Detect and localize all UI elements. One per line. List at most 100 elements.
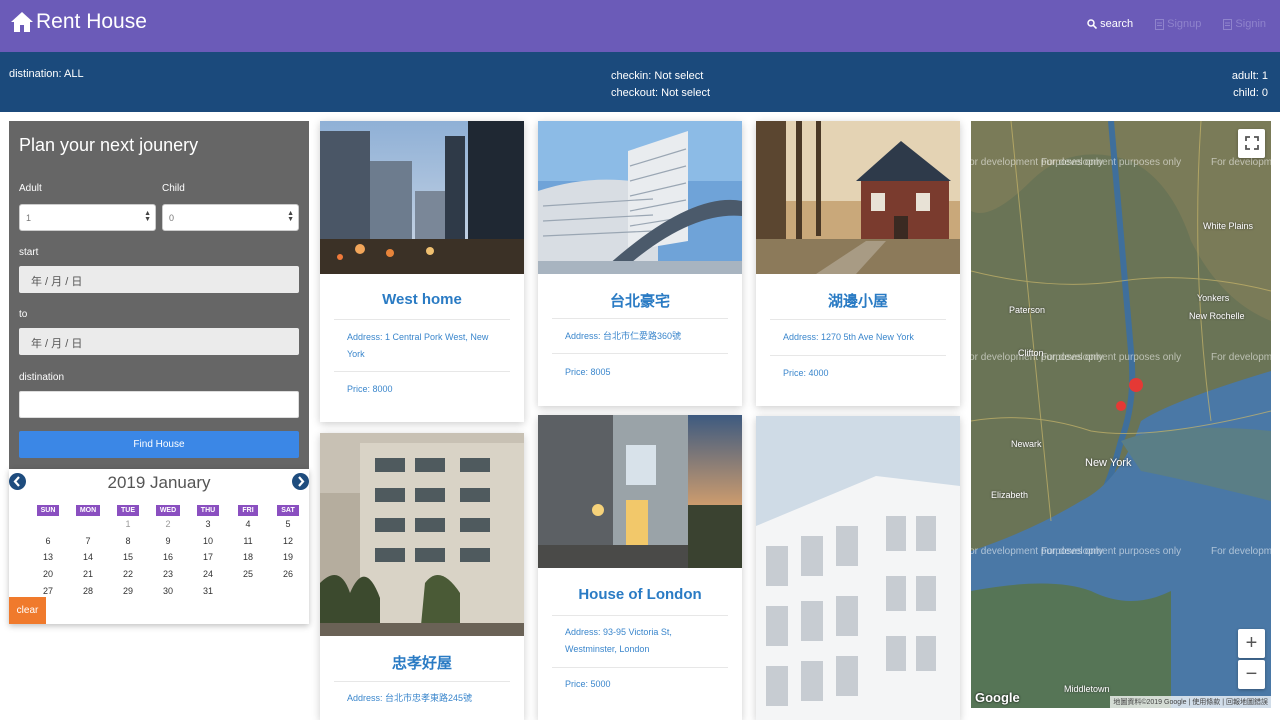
listing-photo <box>756 121 960 274</box>
map-view[interactable]: For development purposes only For develo… <box>971 121 1271 708</box>
listing-title[interactable]: 台北豪宅 <box>538 290 742 311</box>
calendar-day[interactable]: 11 <box>228 533 268 550</box>
calendar-day <box>268 583 308 600</box>
listing-price: Price: 8000 <box>347 384 393 394</box>
map-watermark: For development purposes only <box>1211 157 1271 168</box>
listing-card[interactable]: 湖邊小屋 Address: 1270 5th Ave New York Pric… <box>756 121 960 406</box>
calendar-day[interactable]: 7 <box>68 533 108 550</box>
destination-input[interactable] <box>19 391 299 418</box>
select-arrows-icon: ▲ ▼ <box>144 210 151 223</box>
weekday-header: TUE <box>108 499 148 516</box>
calendar-day[interactable]: 3 <box>188 516 228 533</box>
listing-title[interactable]: West home <box>320 291 524 308</box>
listing-card[interactable]: West home Address: 1 Central Pork West, … <box>320 121 524 422</box>
listing-title[interactable]: House of London <box>538 586 742 603</box>
calendar-day[interactable]: 8 <box>108 533 148 550</box>
find-house-button[interactable]: Find House <box>19 431 299 458</box>
divider <box>552 318 728 319</box>
map-copyright[interactable]: 地圖資料©2019 Google | 使用條款 | 回報地圖錯誤 <box>1110 696 1271 708</box>
calendar-next-button[interactable] <box>292 473 309 490</box>
signin-link[interactable]: Signin <box>1223 18 1266 30</box>
zoom-in-button[interactable]: + <box>1238 629 1265 658</box>
calendar-day[interactable]: 1 <box>108 516 148 533</box>
calendar-day[interactable]: 17 <box>188 549 228 566</box>
map-watermark: For development purposes only <box>1211 546 1271 557</box>
calendar-day[interactable]: 6 <box>28 533 68 550</box>
weekday-thu: THU <box>196 505 220 516</box>
listing-title[interactable]: 湖邊小屋 <box>756 290 960 311</box>
calendar-day[interactable]: 19 <box>268 549 308 566</box>
end-date-input[interactable]: 年 / 月 / 日 <box>19 328 299 355</box>
start-date-input[interactable]: 年 / 月 / 日 <box>19 266 299 293</box>
adult-label: Adult <box>19 183 42 194</box>
calendar-day[interactable]: 31 <box>188 583 228 600</box>
search-form-panel: Plan your next jounery Adult 1 ▲ ▼ Child … <box>9 121 309 469</box>
calendar-clear-button[interactable]: clear <box>9 597 46 624</box>
child-select-value: 0 <box>169 213 175 223</box>
divider <box>552 667 728 668</box>
calendar-day[interactable]: 2 <box>148 516 188 533</box>
listing-card[interactable] <box>756 416 960 720</box>
calendar-day <box>28 516 68 533</box>
map-city-label: New Rochelle <box>1189 311 1245 321</box>
listing-photo <box>538 121 742 274</box>
adult-select-value: 1 <box>26 213 32 223</box>
calendar-day[interactable]: 21 <box>68 566 108 583</box>
calendar-day[interactable]: 23 <box>148 566 188 583</box>
calendar-day[interactable]: 26 <box>268 566 308 583</box>
document-icon <box>1155 18 1165 30</box>
calendar-title: 2019 January <box>107 473 211 492</box>
weekday-header: WED <box>148 499 188 516</box>
weekday-sun: SUN <box>36 505 60 516</box>
calendar-day[interactable]: 29 <box>108 583 148 600</box>
checkout-summary: checkout: Not select <box>611 87 711 99</box>
search-summary-bar: distination: ALL checkin: Not select che… <box>0 52 1280 112</box>
calendar-day[interactable]: 24 <box>188 566 228 583</box>
signup-link[interactable]: Signup <box>1155 18 1201 30</box>
map-canvas <box>971 121 1271 708</box>
panel-title: Plan your next jounery <box>19 135 199 155</box>
fullscreen-icon <box>1244 136 1259 150</box>
weekday-header: FRI <box>228 499 268 516</box>
calendar-day[interactable]: 13 <box>28 549 68 566</box>
listing-card[interactable]: 台北豪宅 Address: 台北市仁愛路360號 Price: 8005 <box>538 121 742 406</box>
adult-select[interactable]: 1 ▲ ▼ <box>19 204 156 231</box>
calendar-day[interactable]: 25 <box>228 566 268 583</box>
listing-address: Address: 1 Central Pork West, New York <box>347 332 489 359</box>
listing-card[interactable]: House of London Address: 93-95 Victoria … <box>538 415 742 720</box>
calendar-day[interactable]: 12 <box>268 533 308 550</box>
listing-title[interactable]: 忠孝好屋 <box>320 652 524 673</box>
listing-photo <box>756 416 960 720</box>
calendar-day[interactable]: 5 <box>268 516 308 533</box>
signup-link-label: Signup <box>1167 18 1202 30</box>
select-arrows-icon: ▲ ▼ <box>287 210 294 223</box>
child-select[interactable]: 0 ▲ ▼ <box>162 204 299 231</box>
zoom-out-button[interactable]: − <box>1238 660 1265 689</box>
calendar-day[interactable]: 30 <box>148 583 188 600</box>
calendar-widget: 2019 January SUN MON TUE WED THU FRI SAT… <box>9 469 309 624</box>
child-label: Child <box>162 183 185 194</box>
listing-card[interactable]: 忠孝好屋 Address: 台北市忠孝東路245號 <box>320 433 524 720</box>
map-city-label: Clifton <box>1018 348 1044 358</box>
calendar-day[interactable]: 22 <box>108 566 148 583</box>
search-link-label: search <box>1100 18 1134 30</box>
calendar-day[interactable]: 15 <box>108 549 148 566</box>
map-watermark: For development purposes only <box>1041 157 1182 168</box>
calendar-day[interactable]: 18 <box>228 549 268 566</box>
fullscreen-button[interactable] <box>1238 129 1265 158</box>
brand-link[interactable]: Rent House <box>10 10 147 34</box>
calendar-day[interactable]: 9 <box>148 533 188 550</box>
start-label: start <box>19 247 39 258</box>
calendar-day[interactable]: 4 <box>228 516 268 533</box>
listing-photo <box>538 415 742 568</box>
map-city-label: Elizabeth <box>991 490 1029 500</box>
calendar-day[interactable]: 16 <box>148 549 188 566</box>
search-link[interactable]: search <box>1087 18 1133 30</box>
calendar-day[interactable]: 14 <box>68 549 108 566</box>
calendar-day[interactable]: 28 <box>68 583 108 600</box>
calendar-day[interactable]: 20 <box>28 566 68 583</box>
child-summary: child: 0 <box>1233 87 1268 99</box>
weekday-sat: SAT <box>277 505 299 516</box>
map-watermark: For development purposes only <box>1211 352 1271 363</box>
calendar-day[interactable]: 10 <box>188 533 228 550</box>
